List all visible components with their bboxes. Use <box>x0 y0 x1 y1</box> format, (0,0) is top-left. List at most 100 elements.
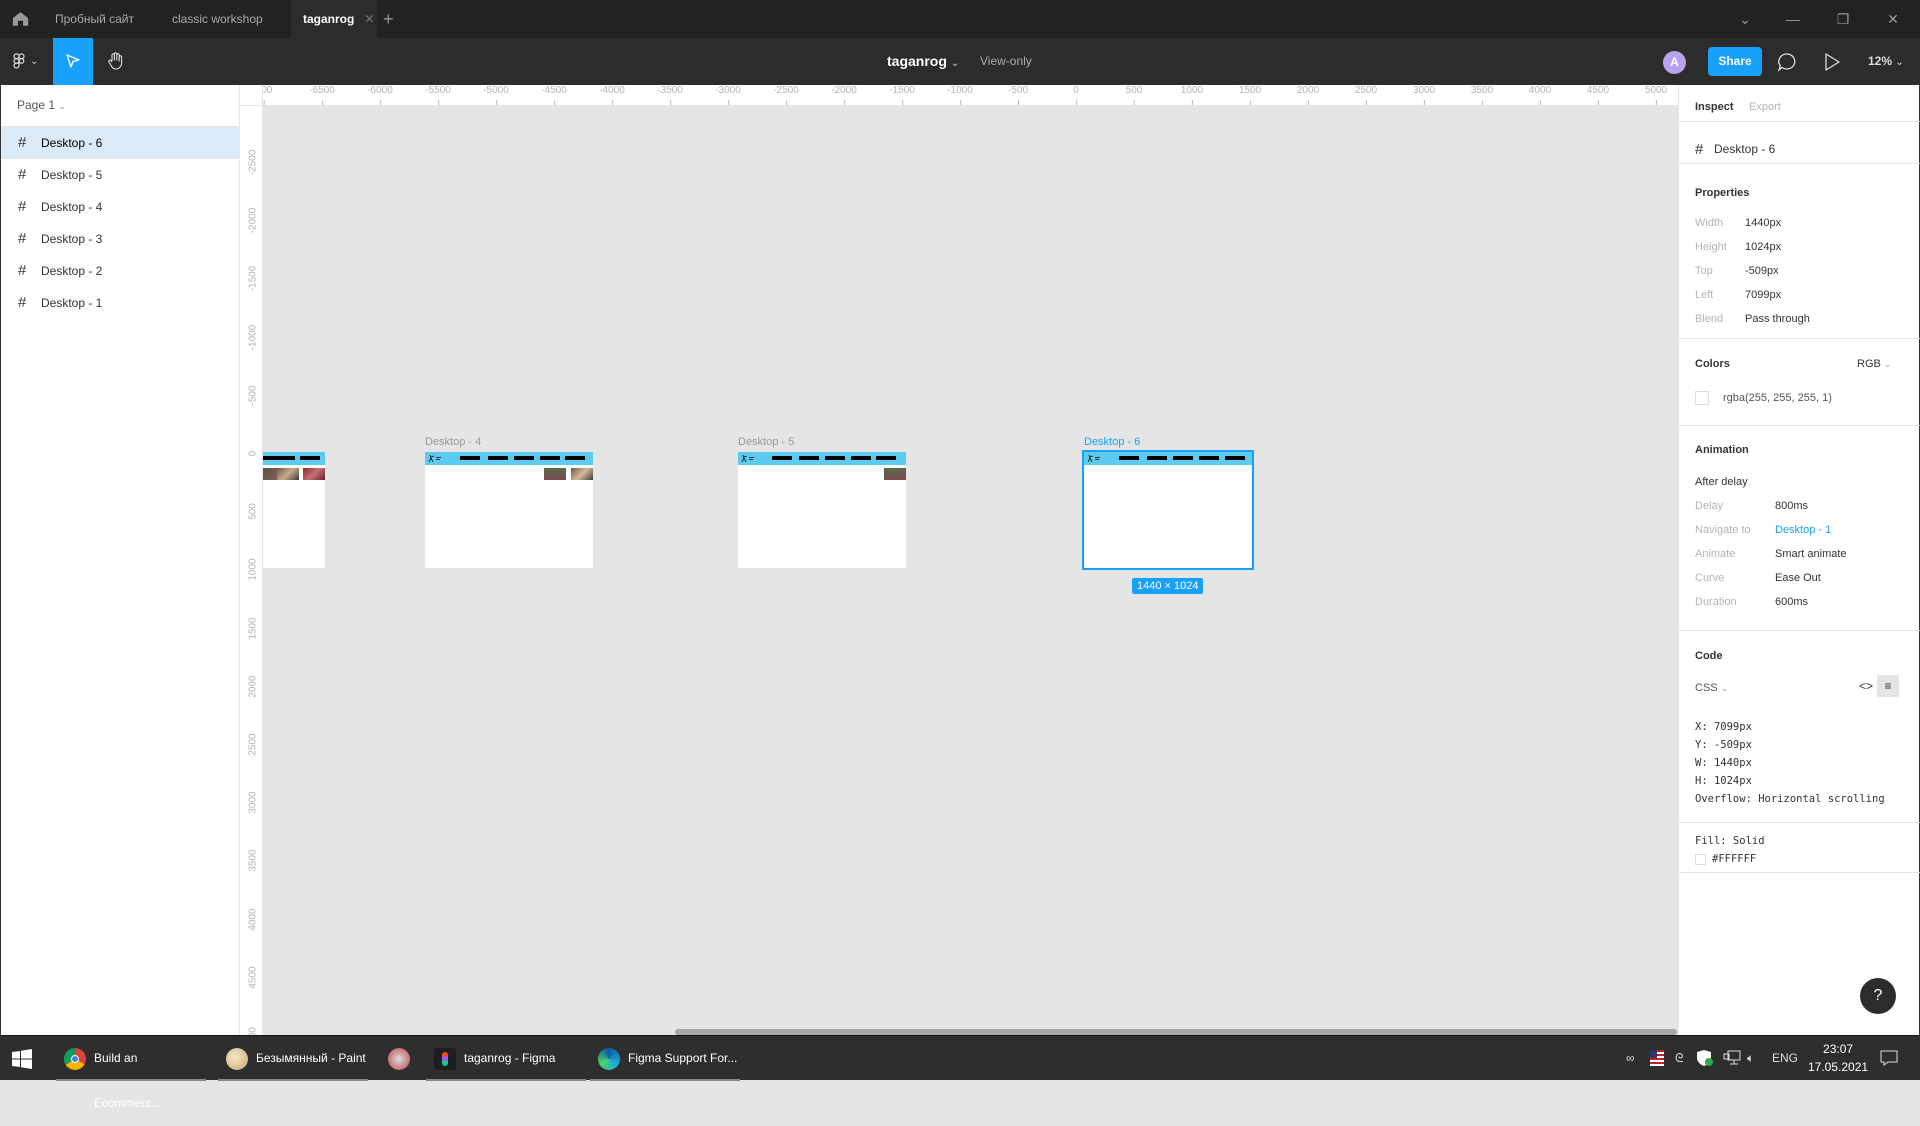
ruler-tick-label: -500 <box>1007 85 1029 105</box>
restore-button[interactable]: ❐ <box>1820 0 1866 38</box>
ruler-tick-label: -1500 <box>247 266 259 292</box>
app-label: taganrog - Figma <box>464 1051 556 1065</box>
zoom-level: 12% <box>1868 54 1893 68</box>
frame-desktop-4[interactable] <box>425 452 593 568</box>
notifications-icon[interactable] <box>1880 1049 1898 1067</box>
tab-taganrog[interactable]: taganrog ✕ <box>291 0 377 38</box>
ruler-tick-label: -6000 <box>367 85 393 105</box>
page-selector[interactable]: Page 1 ⌄ <box>17 85 66 125</box>
tab-label: Пробный сайт <box>55 12 135 26</box>
ruler-tick-label: 4000 <box>1528 85 1552 105</box>
layer-item[interactable]: # Desktop - 3 <box>1 223 240 255</box>
date: 17.05.2021 <box>1808 1060 1869 1074</box>
language-indicator[interactable]: ENG <box>1772 1036 1798 1081</box>
defender-shield-icon[interactable] <box>1696 1049 1714 1067</box>
ruler-tick-label: -500 <box>247 385 259 406</box>
code-view-icon[interactable]: <> <box>1855 675 1877 697</box>
move-tool-button[interactable] <box>53 38 93 85</box>
cursor-arrow-icon <box>66 54 80 68</box>
design-canvas[interactable]: Desktop - 4 Desktop - 5 Desktop - 6 1440… <box>263 106 1678 1035</box>
comment-icon[interactable] <box>1775 50 1799 74</box>
frame-label[interactable]: Desktop - 4 <box>425 436 481 448</box>
share-button[interactable]: Share <box>1708 47 1762 76</box>
selection-size-badge: 1440 × 1024 <box>1132 578 1204 594</box>
color-mode-dropdown[interactable]: RGB ⌄ <box>1857 358 1891 370</box>
property-key: Top <box>1695 265 1713 277</box>
layer-item[interactable]: # Desktop - 2 <box>1 255 240 287</box>
ruler-tick-label: 2000 <box>1296 85 1320 105</box>
close-window-button[interactable]: ✕ <box>1870 0 1916 38</box>
nav-button <box>565 456 585 460</box>
taskbar-app-chrome[interactable]: Build an Ecommerc... <box>56 1036 206 1110</box>
tab-classic-workshop[interactable]: classic workshop <box>156 0 279 38</box>
color-row[interactable]: rgba(255, 255, 255, 1) <box>1695 391 1832 405</box>
property-key: Height <box>1695 241 1727 253</box>
chevron-down-icon: ⌄ <box>1883 359 1892 369</box>
windows-start-icon[interactable] <box>12 1049 32 1069</box>
network-icon[interactable] <box>1723 1050 1741 1066</box>
photo-thumbnail <box>571 468 593 480</box>
volume-icon[interactable]: 🔈︎ <box>1747 1036 1754 1081</box>
divider <box>1679 121 1920 122</box>
photo-thumbnail <box>277 468 299 480</box>
hand-tool-button[interactable] <box>96 38 136 85</box>
help-button[interactable]: ? <box>1860 978 1896 1014</box>
frame-label[interactable]: Desktop - 5 <box>738 436 794 448</box>
layer-item[interactable]: # Desktop - 5 <box>1 159 240 191</box>
frame-hash-icon: # <box>18 134 27 151</box>
paint-icon <box>226 1048 248 1070</box>
nav-button <box>540 456 560 460</box>
ruler-tick-label: -2500 <box>773 85 799 105</box>
inspect-panel: Inspect Export # Desktop - 6 Properties … <box>1678 85 1920 1035</box>
tab-export[interactable]: Export <box>1749 101 1781 113</box>
clock[interactable]: 23:07 17.05.2021 <box>1808 1040 1868 1076</box>
divider <box>1679 822 1920 823</box>
layer-label: Desktop - 5 <box>41 168 103 182</box>
close-tab-icon[interactable]: ✕ <box>364 12 374 26</box>
user-avatar[interactable]: A <box>1663 51 1686 74</box>
tab-probnyi-sait[interactable]: Пробный сайт <box>39 0 150 38</box>
tabs-dropdown-icon[interactable]: ⌄ <box>1722 0 1768 38</box>
layer-item[interactable]: # Desktop - 4 <box>1 191 240 223</box>
minimize-button[interactable]: — <box>1770 0 1816 38</box>
nav-button <box>488 456 508 460</box>
property-value: Pass through <box>1745 313 1810 325</box>
home-icon[interactable] <box>12 11 29 27</box>
file-name-button[interactable]: taganrog ⌄ <box>887 38 959 87</box>
animation-value[interactable]: Desktop - 1 <box>1775 524 1831 536</box>
frame-hash-icon: # <box>18 294 27 311</box>
ruler-tick-label: -5000 <box>483 85 509 105</box>
layer-item[interactable]: # Desktop - 6 <box>1 127 240 159</box>
taskbar-app-paint[interactable]: Безымянный - Paint <box>218 1036 368 1081</box>
frame-label[interactable]: Desktop - 6 <box>1084 436 1140 448</box>
taskbar-app-edge[interactable]: Figma Support For... <box>590 1036 740 1081</box>
ruler-tick-label: 5000 <box>1644 85 1668 105</box>
creative-cloud-icon[interactable]: ∞ <box>1626 1036 1635 1081</box>
chevron-down-icon: ⌄ <box>950 58 960 69</box>
ruler-tick-label: -4000 <box>599 85 625 105</box>
frame-desktop-5[interactable] <box>738 452 906 568</box>
present-play-icon[interactable] <box>1820 50 1844 74</box>
layer-item[interactable]: # Desktop - 1 <box>1 287 240 319</box>
us-flag-icon[interactable] <box>1650 1050 1664 1066</box>
list-view-icon[interactable]: ≡ <box>1877 675 1899 697</box>
nav-button <box>1119 456 1139 460</box>
main-menu-button[interactable]: ⌄ <box>8 38 48 85</box>
zoom-level-dropdown[interactable]: 12% ⌄ <box>1868 38 1904 86</box>
snail-icon[interactable]: ᘓ <box>1675 1036 1683 1081</box>
taskbar-app-figma[interactable]: taganrog - Figma <box>426 1036 586 1081</box>
tennis-player-logo-icon <box>428 454 441 463</box>
ruler-tick-label: -1000 <box>947 85 973 105</box>
frame-desktop-6[interactable] <box>1082 450 1254 570</box>
frame-hash-icon: # <box>18 230 27 247</box>
tab-inspect[interactable]: Inspect <box>1695 101 1734 113</box>
frame-desktop-3[interactable] <box>263 452 325 568</box>
new-tab-button[interactable]: + <box>383 0 394 38</box>
layer-label: Desktop - 6 <box>41 136 103 150</box>
ruler-tick-label: 2000 <box>247 675 259 698</box>
code-language-dropdown[interactable]: CSS ⌄ <box>1695 682 1728 694</box>
taskbar-app-snipping-tool[interactable] <box>380 1036 422 1081</box>
ruler-tick-label: -1000 <box>247 324 259 350</box>
nav-button <box>275 456 295 460</box>
app-label: Figma Support For... <box>628 1051 738 1065</box>
